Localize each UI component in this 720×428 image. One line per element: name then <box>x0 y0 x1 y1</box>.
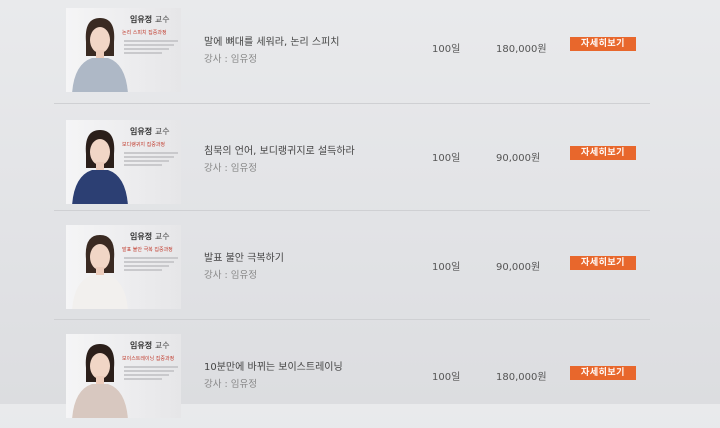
professor-name: 임유정 교수 <box>130 232 170 241</box>
course-price: 180,000원 <box>496 372 547 383</box>
professor-name: 임유정 교수 <box>130 341 170 350</box>
thumbnail-description <box>124 364 178 382</box>
course-teacher: 강사 : 임유정 <box>204 379 257 390</box>
course-tag: 논리 스피치 집중과정 <box>122 30 167 36</box>
instructor-portrait <box>72 18 128 92</box>
instructor-portrait <box>72 344 128 418</box>
course-title[interactable]: 침묵의 언어, 보디랭귀지로 설득하라 <box>204 142 355 157</box>
course-row: 임유정 교수 보디랭귀지 집중과정 침묵의 언어, 보디랭귀지로 설득하라 강사… <box>54 104 650 212</box>
course-thumbnail[interactable]: 임유정 교수 보디랭귀지 집중과정 <box>66 120 181 204</box>
course-row: 임유정 교수 보이스트레이닝 집중과정 10분만에 바뀌는 보이스트레이닝 강사… <box>54 320 650 428</box>
course-teacher: 강사 : 임유정 <box>204 54 257 65</box>
course-tag: 발표 불안 극복 집중과정 <box>122 247 173 253</box>
course-list: 임유정 교수 논리 스피치 집중과정 말에 뼈대를 세워라, 논리 스피치 강사… <box>0 0 720 418</box>
course-duration: 100일 <box>432 262 461 273</box>
course-duration: 100일 <box>432 372 461 383</box>
course-duration: 100일 <box>432 44 461 55</box>
course-title[interactable]: 발표 불안 극복하기 <box>204 249 284 264</box>
view-details-button[interactable]: 자세히보기 <box>570 366 636 380</box>
course-tag: 보이스트레이닝 집중과정 <box>122 356 175 362</box>
view-details-button[interactable]: 자세히보기 <box>570 146 636 160</box>
professor-name: 임유정 교수 <box>130 15 170 24</box>
view-details-button[interactable]: 자세히보기 <box>570 256 636 270</box>
course-title[interactable]: 말에 뼈대를 세워라, 논리 스피치 <box>204 33 340 48</box>
course-thumbnail[interactable]: 임유정 교수 발표 불안 극복 집중과정 <box>66 225 181 309</box>
course-thumbnail[interactable]: 임유정 교수 논리 스피치 집중과정 <box>66 8 181 92</box>
course-row: 임유정 교수 발표 불안 극복 집중과정 발표 불안 극복하기 강사 : 임유정… <box>54 211 650 319</box>
instructor-portrait <box>72 130 128 204</box>
course-price: 90,000원 <box>496 262 541 273</box>
course-thumbnail[interactable]: 임유정 교수 보이스트레이닝 집중과정 <box>66 334 181 418</box>
instructor-portrait <box>72 235 128 309</box>
course-price: 90,000원 <box>496 153 541 164</box>
course-teacher: 강사 : 임유정 <box>204 163 257 174</box>
course-teacher: 강사 : 임유정 <box>204 270 257 281</box>
thumbnail-description <box>124 255 178 273</box>
thumbnail-description <box>124 150 178 168</box>
course-price: 180,000원 <box>496 44 547 55</box>
professor-name: 임유정 교수 <box>130 127 170 136</box>
view-details-button[interactable]: 자세히보기 <box>570 37 636 51</box>
course-title[interactable]: 10분만에 바뀌는 보이스트레이닝 <box>204 358 343 373</box>
course-row: 임유정 교수 논리 스피치 집중과정 말에 뼈대를 세워라, 논리 스피치 강사… <box>54 0 650 108</box>
thumbnail-description <box>124 38 178 56</box>
course-tag: 보디랭귀지 집중과정 <box>122 142 165 148</box>
course-duration: 100일 <box>432 153 461 164</box>
